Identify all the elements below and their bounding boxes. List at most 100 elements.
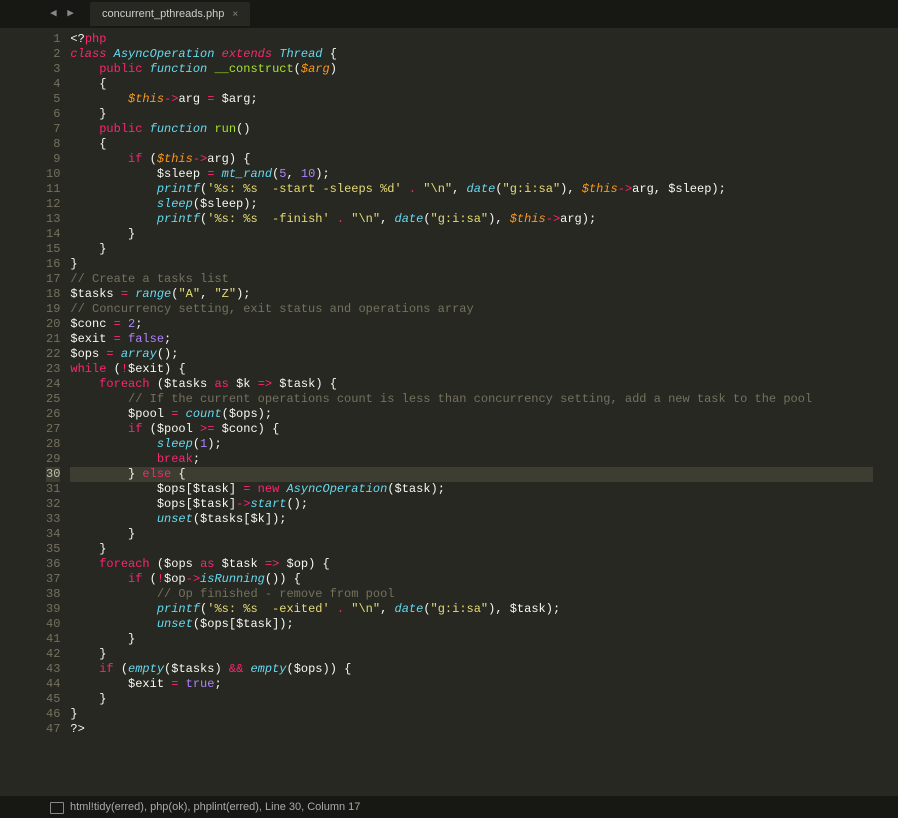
code-line[interactable]: if ($this->arg) { [70,152,873,167]
nav-arrows[interactable]: ◀ ▶ [50,6,76,20]
code-line[interactable]: printf('%s: %s -start -sleeps %d' . "\n"… [70,182,873,197]
code-line[interactable]: } [70,242,873,257]
code-line[interactable]: } [70,527,873,542]
code-area[interactable]: <?phpclass AsyncOperation extends Thread… [70,28,873,796]
line-number: 4 [46,77,60,92]
line-number: 42 [46,647,60,662]
line-number: 9 [46,152,60,167]
line-number: 44 [46,677,60,692]
line-number: 14 [46,227,60,242]
code-line[interactable]: ?> [70,722,873,737]
line-number: 32 [46,497,60,512]
code-line[interactable]: sleep($sleep); [70,197,873,212]
line-number: 27 [46,422,60,437]
code-line[interactable]: // If the current operations count is le… [70,392,873,407]
code-line[interactable]: } [70,647,873,662]
code-line[interactable]: $exit = false; [70,332,873,347]
line-number: 8 [46,137,60,152]
line-number: 43 [46,662,60,677]
status-bar: html!tidy(erred), php(ok), phplint(erred… [0,796,898,818]
line-number: 10 [46,167,60,182]
code-line[interactable]: if ($pool >= $conc) { [70,422,873,437]
editor: 1234567891011121314151617181920212223242… [0,28,898,796]
panel-icon[interactable] [50,802,64,814]
line-number: 5 [46,92,60,107]
line-number: 19 [46,302,60,317]
line-number: 1 [46,32,60,47]
code-line[interactable]: class AsyncOperation extends Thread { [70,47,873,62]
line-number-gutter: 1234567891011121314151617181920212223242… [40,28,70,796]
line-number: 3 [46,62,60,77]
code-line[interactable]: public function run() [70,122,873,137]
line-number: 21 [46,332,60,347]
code-line[interactable]: } else { [70,467,873,482]
code-line[interactable]: unset($tasks[$k]); [70,512,873,527]
code-line[interactable]: // Create a tasks list [70,272,873,287]
line-number: 35 [46,542,60,557]
code-line[interactable]: sleep(1); [70,437,873,452]
code-line[interactable]: } [70,107,873,122]
code-line[interactable]: foreach ($tasks as $k => $task) { [70,377,873,392]
code-line[interactable]: $ops[$task] = new AsyncOperation($task); [70,482,873,497]
code-line[interactable]: // Concurrency setting, exit status and … [70,302,873,317]
code-line[interactable]: break; [70,452,873,467]
code-line[interactable]: $exit = true; [70,677,873,692]
code-line[interactable]: $conc = 2; [70,317,873,332]
code-line[interactable]: public function __construct($arg) [70,62,873,77]
tab-bar: concurrent_pthreads.php × [90,2,250,26]
line-number: 29 [46,452,60,467]
code-line[interactable]: if (!$op->isRunning()) { [70,572,873,587]
code-line[interactable]: { [70,77,873,92]
code-line[interactable]: printf('%s: %s -exited' . "\n", date("g:… [70,602,873,617]
line-number: 37 [46,572,60,587]
line-number: 2 [46,47,60,62]
code-line[interactable]: } [70,542,873,557]
line-number: 38 [46,587,60,602]
code-line[interactable]: $ops = array(); [70,347,873,362]
code-line[interactable]: unset($ops[$task]); [70,617,873,632]
tab-active[interactable]: concurrent_pthreads.php × [90,2,250,26]
line-number: 26 [46,407,60,422]
code-line[interactable]: } [70,257,873,272]
code-line[interactable]: printf('%s: %s -finish' . "\n", date("g:… [70,212,873,227]
line-number: 22 [46,347,60,362]
code-line[interactable]: $sleep = mt_rand(5, 10); [70,167,873,182]
title-bar: ◀ ▶ concurrent_pthreads.php × [0,0,898,28]
code-line[interactable]: $tasks = range("A", "Z"); [70,287,873,302]
line-number: 39 [46,602,60,617]
code-line[interactable]: } [70,227,873,242]
close-icon[interactable]: × [232,9,238,20]
line-number: 18 [46,287,60,302]
line-number: 16 [46,257,60,272]
code-line[interactable]: { [70,137,873,152]
line-number: 11 [46,182,60,197]
line-number: 41 [46,632,60,647]
line-number: 46 [46,707,60,722]
code-line[interactable]: foreach ($ops as $task => $op) { [70,557,873,572]
code-line[interactable]: $this->arg = $arg; [70,92,873,107]
code-line[interactable]: <?php [70,32,873,47]
line-number: 12 [46,197,60,212]
line-number: 23 [46,362,60,377]
line-number: 24 [46,377,60,392]
code-line[interactable]: $pool = count($ops); [70,407,873,422]
line-number: 30 [46,467,60,482]
tab-title: concurrent_pthreads.php [102,8,224,20]
line-number: 40 [46,617,60,632]
line-number: 17 [46,272,60,287]
code-line[interactable]: } [70,632,873,647]
line-number: 33 [46,512,60,527]
code-line[interactable]: while (!$exit) { [70,362,873,377]
line-number: 7 [46,122,60,137]
line-number: 28 [46,437,60,452]
code-line[interactable]: } [70,692,873,707]
minimap[interactable] [873,28,898,796]
line-number: 47 [46,722,60,737]
code-line[interactable]: $ops[$task]->start(); [70,497,873,512]
line-number: 13 [46,212,60,227]
code-line[interactable]: } [70,707,873,722]
code-line[interactable]: if (empty($tasks) && empty($ops)) { [70,662,873,677]
code-line[interactable]: // Op finished - remove from pool [70,587,873,602]
line-number: 45 [46,692,60,707]
line-number: 15 [46,242,60,257]
